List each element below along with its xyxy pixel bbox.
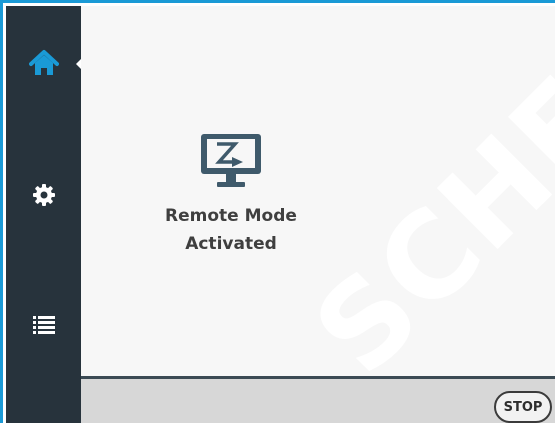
sidebar bbox=[6, 6, 83, 423]
sidebar-item-home[interactable] bbox=[6, 28, 81, 98]
footer-bar: STOP bbox=[81, 376, 555, 423]
stop-button[interactable]: STOP bbox=[494, 391, 552, 423]
remote-monitor-icon bbox=[201, 134, 261, 187]
sidebar-item-list[interactable] bbox=[6, 290, 81, 360]
list-icon bbox=[32, 316, 55, 334]
gear-icon bbox=[32, 184, 55, 206]
status-panel: Remote Mode Activated bbox=[81, 132, 381, 258]
app-frame: Remote Mode Activated STOP SCHE bbox=[0, 0, 555, 423]
main-panel: Remote Mode Activated bbox=[81, 6, 555, 376]
home-icon bbox=[28, 50, 59, 75]
sidebar-item-settings[interactable] bbox=[6, 160, 81, 230]
remote-mode-message: Remote Mode Activated bbox=[165, 202, 297, 258]
status-line-1: Remote Mode bbox=[165, 206, 297, 226]
status-line-2: Activated bbox=[185, 234, 277, 254]
